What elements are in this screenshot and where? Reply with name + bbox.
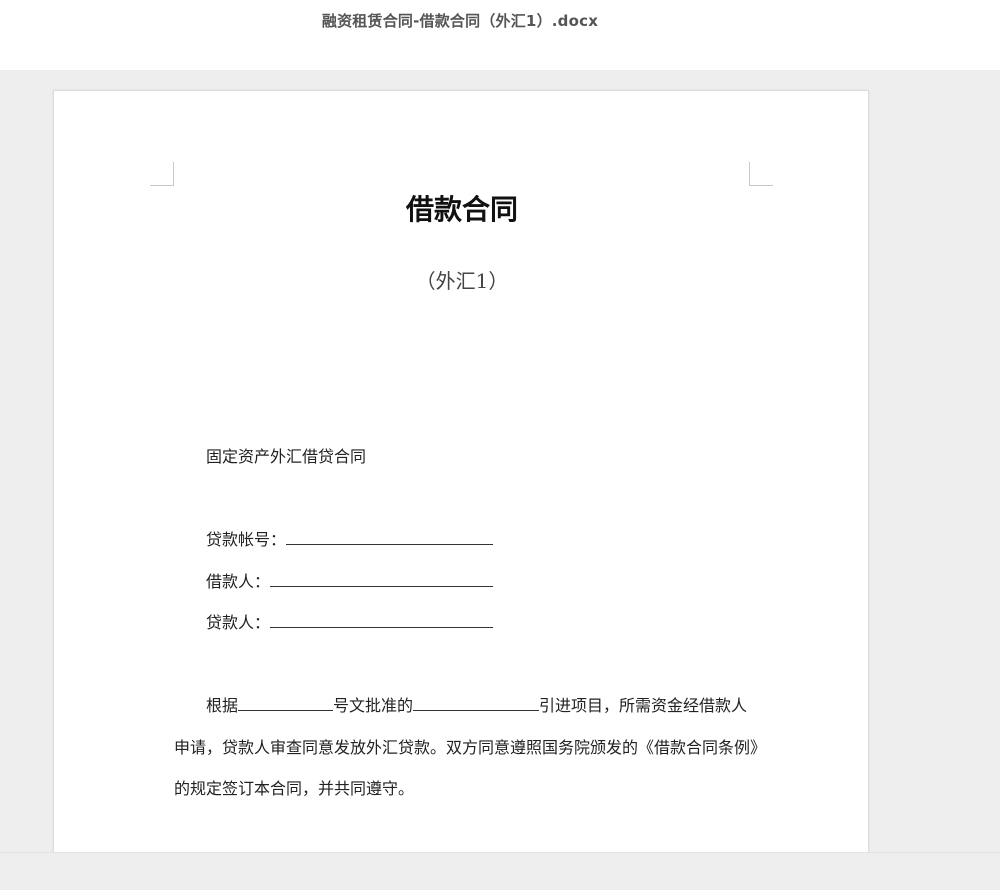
file-title: 融资租赁合同-借款合同（外汇1）.docx: [321, 12, 599, 30]
document-viewer[interactable]: 借款合同 （外汇1） 固定资产外汇借贷合同 贷款帐号： 借款人： 贷款人： 根据…: [0, 70, 1000, 852]
margin-corner-top-right: [749, 162, 773, 186]
field-label: 贷款帐号：: [206, 530, 287, 549]
fill-blank: [270, 572, 494, 587]
field-loan-account: 贷款帐号：: [206, 526, 494, 550]
margin-corner-top-left: [150, 162, 174, 186]
status-bar: [0, 852, 1000, 890]
paragraph-text: 根据: [206, 696, 239, 715]
fill-blank: [238, 696, 334, 711]
fill-blank: [286, 530, 494, 545]
paragraph-line-3: 的规定签订本合同，并共同遵守。: [174, 779, 415, 798]
field-borrower: 借款人：: [206, 568, 494, 592]
field-label: 贷款人：: [206, 613, 271, 632]
paragraph-line-2: 申请，贷款人审查同意发放外汇贷款。双方同意遵照国务院颁发的《借款合同条例》: [174, 738, 767, 757]
document-heading: 借款合同: [405, 193, 518, 226]
paragraph-line-1: 根据 号文批准的 引进项目，所需资金经借款人: [206, 692, 747, 716]
paragraph-text: 号文批准的: [333, 696, 414, 715]
top-bar: 融资租赁合同-借款合同（外汇1）.docx: [0, 0, 1000, 70]
paragraph-text: 引进项目，所需资金经借款人: [539, 696, 748, 715]
document-subheading: （外汇1）: [415, 269, 509, 293]
field-lender: 贷款人：: [206, 609, 494, 633]
document-page: 借款合同 （外汇1） 固定资产外汇借贷合同 贷款帐号： 借款人： 贷款人： 根据…: [53, 90, 869, 852]
contract-type: 固定资产外汇借贷合同: [206, 447, 367, 466]
fill-blank: [270, 613, 494, 628]
field-label: 借款人：: [206, 572, 271, 591]
fill-blank: [413, 696, 540, 711]
